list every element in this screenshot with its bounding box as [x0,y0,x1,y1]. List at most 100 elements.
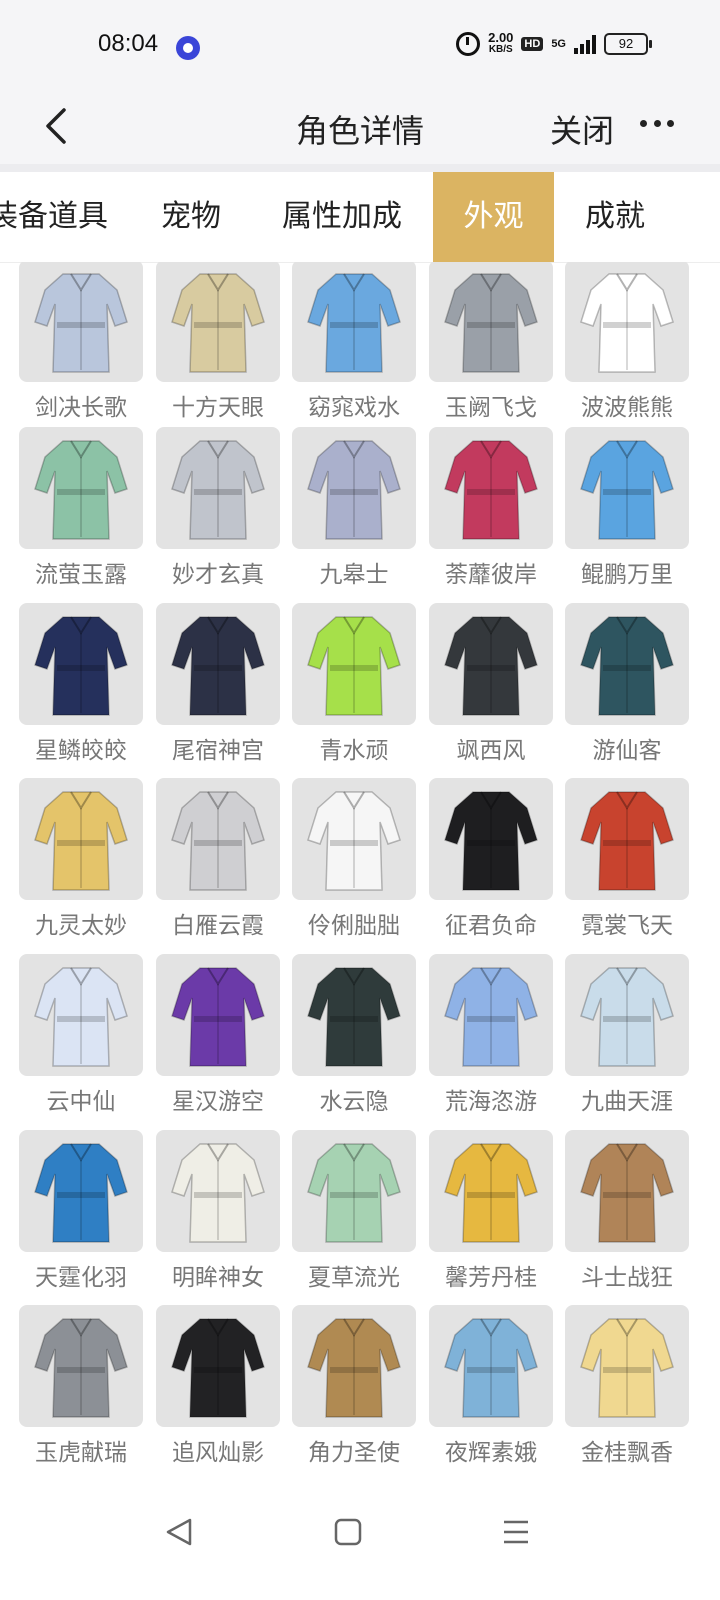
outfit-item[interactable]: 明眸神女 [156,1130,280,1300]
nav-bar: 角色详情 关闭 [0,90,720,164]
outfit-item[interactable]: 馨芳丹桂 [429,1130,553,1300]
outfit-item[interactable]: 窈窕戏水 [292,262,416,430]
outfit-item[interactable]: 霓裳飞天 [565,778,689,948]
outfit-item[interactable]: 追风灿影 [156,1305,280,1475]
outfit-item[interactable]: 波波熊熊 [565,262,689,430]
outfit-icon [34,1318,128,1418]
tab-achievements[interactable]: 成就 [566,172,664,262]
back-arrow-icon[interactable] [36,104,80,148]
tab-pets[interactable]: 宠物 [140,172,242,262]
outfit-item[interactable]: 九灵太妙 [19,778,143,948]
outfit-item[interactable]: 夜辉素娥 [429,1305,553,1475]
outfit-thumbnail[interactable] [292,427,416,549]
battery-icon: 92 [604,33,652,55]
outfit-item[interactable]: 白雁云霞 [156,778,280,948]
outfit-item[interactable]: 流萤玉露 [19,427,143,597]
outfit-thumbnail[interactable] [156,603,280,725]
outfit-thumbnail[interactable] [565,1305,689,1427]
tab-attributes[interactable]: 属性加成 [274,172,410,262]
outfit-thumbnail[interactable] [565,1130,689,1252]
outfit-item[interactable]: 伶俐朏朏 [292,778,416,948]
outfit-thumbnail[interactable] [429,954,553,1076]
outfit-name: 荼蘼彼岸 [445,562,537,588]
alarm-icon [456,32,481,56]
outfit-item[interactable]: 玉阙飞戈 [429,262,553,430]
outfit-thumbnail[interactable] [565,262,689,382]
outfit-name: 九灵太妙 [35,913,127,939]
outfit-item[interactable]: 剑决长歌 [19,262,143,430]
outfit-item[interactable]: 云中仙 [19,954,143,1124]
outfit-thumbnail[interactable] [429,1305,553,1427]
outfit-icon [444,791,538,891]
outfit-item[interactable]: 金桂飘香 [565,1305,689,1475]
tab-bar: 装备道具 宠物 属性加成 外观 成就 [0,172,720,263]
outfit-item[interactable]: 九曲天涯 [565,954,689,1124]
outfit-thumbnail[interactable] [565,603,689,725]
outfit-name: 水云隐 [319,1089,389,1115]
outfit-thumbnail[interactable] [156,1305,280,1427]
net-speed-unit: KB/S [488,44,513,55]
status-indicators: 2.00 KB/S HD 5G 92 [456,31,652,56]
outfit-thumbnail[interactable] [292,1130,416,1252]
outfit-item[interactable]: 九皋士 [292,427,416,597]
close-button[interactable]: 关闭 [550,106,614,152]
outfit-item[interactable]: 游仙客 [565,603,689,773]
outfit-thumbnail[interactable] [292,954,416,1076]
outfit-thumbnail[interactable] [292,1305,416,1427]
outfit-thumbnail[interactable] [292,603,416,725]
outfit-thumbnail[interactable] [565,778,689,900]
outfit-thumbnail[interactable] [565,427,689,549]
tab-appearance[interactable]: 外观 [433,172,554,262]
outfit-thumbnail[interactable] [156,427,280,549]
outfit-thumbnail[interactable] [565,954,689,1076]
outfit-thumbnail[interactable] [156,1130,280,1252]
outfit-item[interactable]: 鲲鹏万里 [565,427,689,597]
outfit-thumbnail[interactable] [19,1130,143,1252]
menu-lines-icon[interactable] [496,1512,536,1552]
outfit-item[interactable]: 荒海恣游 [429,954,553,1124]
outfit-name: 窈窕戏水 [308,395,400,421]
outfit-item[interactable]: 十方天眼 [156,262,280,430]
outfit-thumbnail[interactable] [292,262,416,382]
outfit-thumbnail[interactable] [19,603,143,725]
outfit-item[interactable]: 星鳞皎皎 [19,603,143,773]
outfit-item[interactable]: 荼蘼彼岸 [429,427,553,597]
outfit-icon [171,1318,265,1418]
outfit-thumbnail[interactable] [19,427,143,549]
outfit-thumbnail[interactable] [429,603,553,725]
outfit-item[interactable]: 星汉游空 [156,954,280,1124]
outfit-icon [307,616,401,716]
outfit-thumbnail[interactable] [19,778,143,900]
outfit-thumbnail[interactable] [156,778,280,900]
outfit-item[interactable]: 角力圣使 [292,1305,416,1475]
more-dots-icon[interactable] [640,118,674,128]
outfit-icon [444,967,538,1067]
outfit-item[interactable]: 青水顽 [292,603,416,773]
outfit-icon [171,1143,265,1243]
outfit-item[interactable]: 尾宿神宫 [156,603,280,773]
outfit-thumbnail[interactable] [429,262,553,382]
outfit-thumbnail[interactable] [19,262,143,382]
outfit-thumbnail[interactable] [156,954,280,1076]
triangle-back-icon[interactable] [160,1512,200,1552]
square-home-icon[interactable] [328,1512,368,1552]
outfit-item[interactable]: 水云隐 [292,954,416,1124]
outfit-item[interactable]: 斗士战狂 [565,1130,689,1300]
outfit-item[interactable]: 天霆化羽 [19,1130,143,1300]
outfit-thumbnail[interactable] [19,954,143,1076]
outfit-thumbnail[interactable] [292,778,416,900]
outfit-item[interactable]: 妙才玄真 [156,427,280,597]
outfit-thumbnail[interactable] [429,778,553,900]
tab-equipment[interactable]: 装备道具 [0,172,110,262]
outfit-icon [307,273,401,373]
outfit-item[interactable]: 征君负命 [429,778,553,948]
outfit-thumbnail[interactable] [429,427,553,549]
outfit-icon [307,1318,401,1418]
outfit-thumbnail[interactable] [19,1305,143,1427]
outfit-thumbnail[interactable] [156,262,280,382]
outfit-thumbnail[interactable] [429,1130,553,1252]
outfit-item[interactable]: 飒西风 [429,603,553,773]
net-speed: 2.00 KB/S [488,31,513,56]
outfit-item[interactable]: 夏草流光 [292,1130,416,1300]
outfit-item[interactable]: 玉虎献瑞 [19,1305,143,1475]
